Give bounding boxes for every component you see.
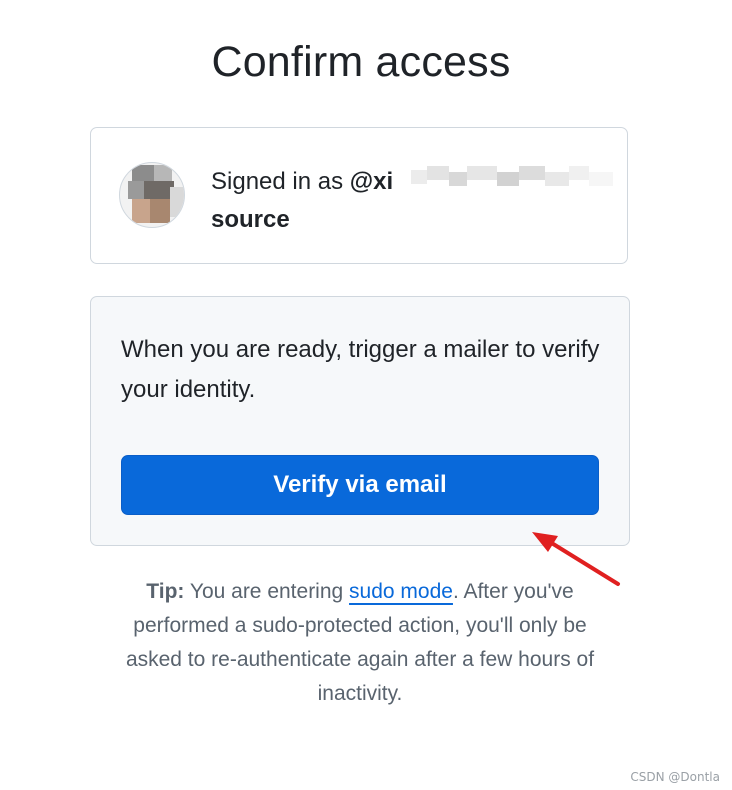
verify-message: When you are ready, trigger a mailer to … [121,336,600,403]
watermark: CSDN @Dontla [630,770,720,784]
verify-panel: When you are ready, trigger a mailer to … [90,296,630,546]
tip-label: Tip: [146,580,185,603]
page-title: Confirm access [211,38,511,86]
username: @xi [349,168,394,195]
verify-via-email-button[interactable]: Verify via email [121,455,599,515]
signed-in-prefix: Signed in as [211,168,350,195]
avatar [119,162,185,228]
tip-text-before: You are entering [184,580,350,603]
sudo-mode-link[interactable]: sudo mode [349,580,453,603]
org-name: source [211,206,290,233]
signed-in-account-box: Signed in as @xi source [90,127,628,264]
sudo-mode-tip: Tip: You are entering sudo mode. After y… [110,575,610,711]
redacted-username-blur [411,162,631,196]
signed-in-text: Signed in as @xi [211,162,393,202]
